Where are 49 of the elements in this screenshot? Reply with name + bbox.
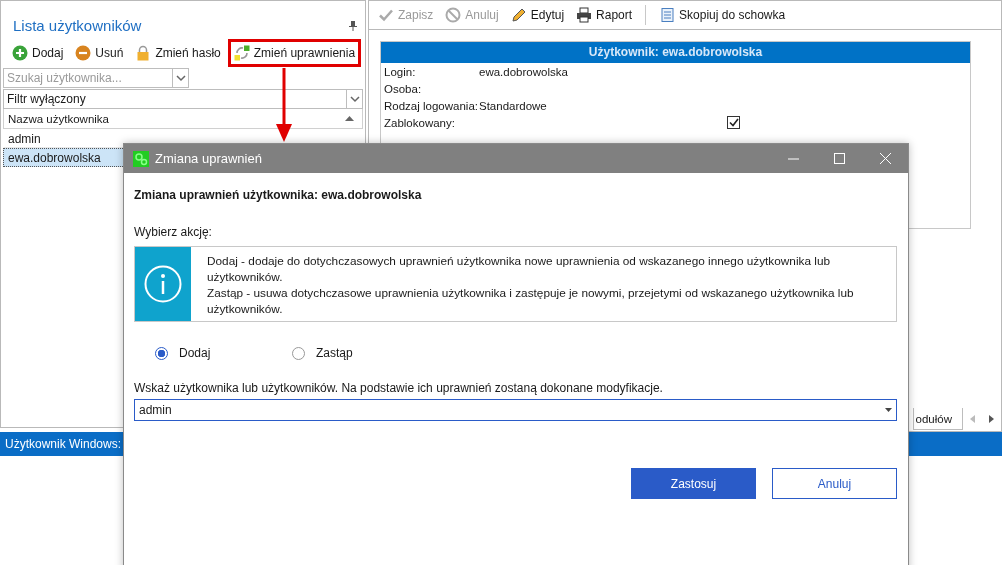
printer-icon [576, 7, 593, 23]
close-icon[interactable] [879, 153, 891, 164]
radio-option[interactable]: Zastąp [292, 346, 429, 360]
document-icon [659, 7, 676, 23]
field-label: Zablokowany: [384, 116, 456, 129]
field-label: Rodzaj logowania: [384, 99, 479, 112]
dropdown-arrow-icon[interactable] [885, 408, 892, 412]
toolbar-button[interactable]: Dodaj [7, 39, 69, 67]
chevron-down-icon[interactable] [349, 95, 360, 103]
lock-icon [135, 45, 152, 61]
cancel-button[interactable]: Anuluj [772, 468, 897, 499]
plus-icon [12, 45, 28, 61]
checkmark-icon [378, 7, 394, 23]
card-header: Użytkownik: ewa.dobrowolska [381, 42, 970, 63]
user-combo-field[interactable]: admin [134, 399, 897, 421]
radio-option[interactable]: Dodaj [155, 346, 292, 360]
toolbar-button[interactable]: Zmień uprawnienia [227, 39, 362, 67]
status-label: Użytkownik Windows: [5, 437, 122, 451]
gears-icon [133, 150, 149, 167]
toolbar-button[interactable]: Zmień hasło [130, 39, 226, 67]
pin-icon[interactable] [349, 20, 357, 31]
sort-arrow-icon [345, 116, 354, 121]
apply-button[interactable]: Zastosuj [631, 468, 756, 499]
field-label: Login: [384, 65, 417, 78]
pencil-icon [510, 7, 527, 23]
toolbar-button[interactable]: Usuń [70, 39, 129, 67]
info-icon [144, 265, 182, 303]
tab[interactable]: odułów [912, 408, 963, 430]
chevron-down-icon[interactable] [175, 74, 186, 82]
maximize-icon[interactable] [833, 153, 845, 164]
sync-icon [233, 45, 250, 61]
dialog-heading: Zmiana uprawnień użytkownika: ewa.dobrowolska [134, 188, 423, 202]
action-label: Wybierz akcję: [134, 225, 213, 239]
field-value: Standardowe [479, 99, 547, 112]
checkbox[interactable] [727, 116, 740, 129]
toolbar-button[interactable]: Skopiuj do schowka [654, 1, 791, 29]
toolbar-button[interactable]: Edytuj [505, 1, 570, 29]
panel-title: Lista użytkowników [13, 17, 142, 34]
filter-dropdown[interactable]: Filtr wyłączony [3, 89, 363, 109]
dialog-title: Zmiana uprawnień [155, 151, 263, 166]
info-text: Dodaj - dodaje do dotychczasowych uprawnień użytkownika nowe uprawnienia od wskazanego innego użytkownika lub użytkowników. [207, 253, 831, 285]
users-label: Wskaż użytkownika lub użytkowników. Na podstawie ich uprawnień zostaną dokonane modyfikacje. [134, 381, 664, 395]
field-value: ewa.dobrowolska [479, 65, 568, 78]
toolbar-button[interactable]: Raport [571, 1, 638, 29]
minus-icon [75, 45, 92, 61]
prohibited-icon [445, 7, 462, 23]
info-text: Zastąp - usuwa dotychczasowe uprawnienia użytkownika i zastępuje je nowymi, przejetymi od wskazanego użytkownika lub użytkowników. [207, 285, 855, 317]
field-label: Osoba: [384, 82, 423, 95]
scroll-right-icon[interactable] [989, 415, 994, 423]
